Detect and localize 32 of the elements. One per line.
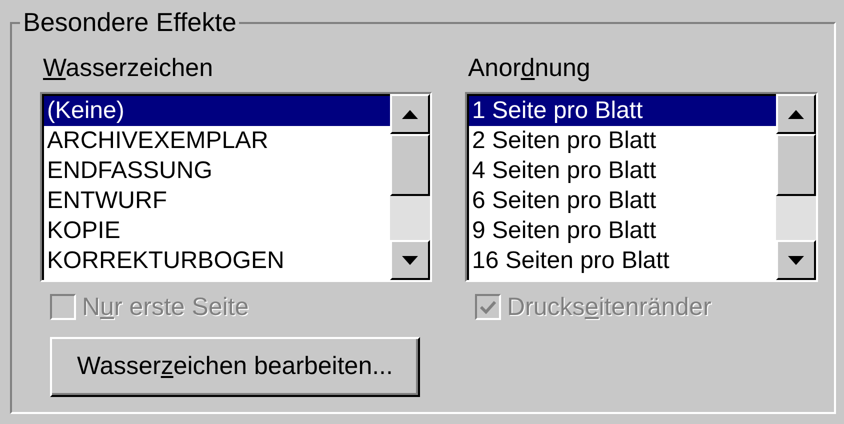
up-arrow-icon — [788, 110, 804, 118]
list-item[interactable]: 2 Seiten pro Blatt — [469, 126, 776, 156]
list-item[interactable]: KOPIE — [44, 216, 390, 246]
list-item[interactable]: 1 Seite pro Blatt — [469, 96, 776, 126]
checkbox-label: Nur erste Seite — [82, 292, 249, 322]
scroll-up-button[interactable] — [390, 94, 430, 134]
scroll-down-button[interactable] — [390, 240, 430, 280]
checkbox-label: Druckseitenränder — [507, 292, 712, 322]
scrollbar[interactable] — [390, 94, 430, 280]
edit-watermark-button[interactable]: Wasserzeichen bearbeiten... — [50, 337, 420, 397]
list-item[interactable]: 9 Seiten pro Blatt — [469, 216, 776, 246]
scroll-up-button[interactable] — [776, 94, 816, 134]
checkmark-icon — [480, 300, 496, 314]
list-item[interactable]: (Keine) — [44, 96, 390, 126]
list-item[interactable]: ENDFASSUNG — [44, 156, 390, 186]
scroll-thumb[interactable] — [776, 134, 816, 196]
scrollbar[interactable] — [776, 94, 816, 280]
list-item[interactable]: KORREKTURBOGEN — [44, 246, 390, 276]
list-item[interactable]: 16 Seiten pro Blatt — [469, 246, 776, 276]
list-item[interactable]: 4 Seiten pro Blatt — [469, 156, 776, 186]
list-label: Anordnung — [467, 53, 590, 84]
list-box[interactable]: (Keine) ARCHIVEXEMPLAR ENDFASSUNG ENTWURF KOPIE KORREKTURBOGEN — [40, 92, 432, 282]
list-item[interactable]: 6 Seiten pro Blatt — [469, 186, 776, 216]
list-item[interactable]: ARCHIVEXEMPLAR — [44, 126, 390, 156]
up-arrow-icon — [402, 110, 418, 118]
scroll-down-button[interactable] — [776, 240, 816, 280]
scroll-thumb[interactable] — [390, 134, 430, 196]
list-box[interactable]: 1 Seite pro Blatt 2 Seiten pro Blatt 4 Seiten pro Blatt 6 Seiten pro Blatt 9 Seiten pro Blatt 16 Seiten pro Blatt — [465, 92, 818, 282]
list-label: Wasserzeichen — [42, 53, 213, 84]
down-arrow-icon — [402, 256, 418, 264]
list-item[interactable]: ENTWURF — [44, 186, 390, 216]
down-arrow-icon — [788, 256, 804, 264]
